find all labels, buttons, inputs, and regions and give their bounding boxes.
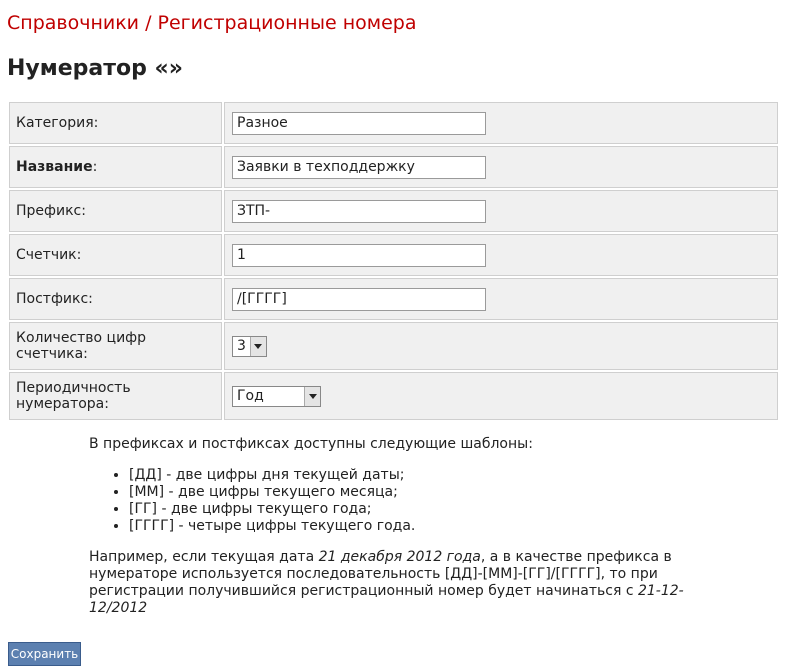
- list-item: [ММ] - две цифры текущего месяца;: [129, 484, 699, 501]
- digits-select-value: 3: [237, 337, 246, 354]
- breadcrumb-separator: /: [139, 12, 158, 34]
- period-label: Периодичность нумератора:: [9, 372, 222, 420]
- chevron-down-icon[interactable]: [249, 336, 266, 356]
- postfix-field[interactable]: /[ГГГГ]: [232, 287, 486, 311]
- form-row-category: Категория: Разное: [9, 102, 778, 144]
- chevron-down-icon[interactable]: [304, 386, 320, 406]
- help-text: В префиксах и постфиксах доступны следую…: [89, 436, 699, 617]
- digits-select[interactable]: 3: [232, 335, 267, 357]
- name-label: Название:: [9, 146, 222, 188]
- category-label: Категория:: [9, 102, 222, 144]
- prefix-field[interactable]: ЗТП-: [232, 199, 486, 223]
- form-row-prefix: Префикс: ЗТП-: [9, 190, 778, 232]
- form-row-digits: Количество цифр счетчика: 3: [9, 322, 778, 370]
- counter-field[interactable]: 1: [232, 243, 486, 267]
- template-list: [ДД] - две цифры дня текущей даты; [ММ] …: [89, 467, 699, 535]
- breadcrumb-link-directories[interactable]: Справочники: [7, 12, 139, 34]
- digits-label: Количество цифр счетчика:: [9, 322, 222, 370]
- form-row-postfix: Постфикс: /[ГГГГ]: [9, 278, 778, 320]
- breadcrumb: Справочники / Регистрационные номера: [7, 12, 416, 34]
- page-title: Нумератор «»: [7, 56, 183, 81]
- name-label-text: Название: [16, 159, 93, 175]
- help-example: Например, если текущая дата 21 декабря 2…: [89, 549, 699, 617]
- save-button[interactable]: Сохранить: [8, 642, 81, 666]
- list-item: [ДД] - две цифры дня текущей даты;: [129, 467, 699, 484]
- list-item: [ГГГГ] - четыре цифры текущего года.: [129, 518, 699, 535]
- prefix-label: Префикс:: [9, 190, 222, 232]
- example-text-start: Например, если текущая дата: [89, 549, 319, 565]
- list-item: [ГГ] - две цифры текущего года;: [129, 501, 699, 518]
- postfix-label: Постфикс:: [9, 278, 222, 320]
- help-intro: В префиксах и постфиксах доступны следую…: [89, 436, 533, 452]
- form-row-counter: Счетчик: 1: [9, 234, 778, 276]
- counter-label: Счетчик:: [9, 234, 222, 276]
- category-field[interactable]: Разное: [232, 111, 486, 135]
- form-row-name: Название: Заявки в техподдержку: [9, 146, 778, 188]
- period-select-value: Год: [237, 387, 264, 404]
- example-date: 21 декабря 2012 года: [318, 549, 481, 565]
- numerator-form: Категория: Разное Название: Заявки в тех…: [7, 100, 780, 422]
- name-field[interactable]: Заявки в техподдержку: [232, 155, 486, 179]
- name-label-colon: :: [92, 159, 98, 175]
- form-row-period: Периодичность нумератора: Год: [9, 372, 778, 420]
- breadcrumb-current: Регистрационные номера: [157, 12, 417, 34]
- period-select[interactable]: Год: [232, 385, 321, 407]
